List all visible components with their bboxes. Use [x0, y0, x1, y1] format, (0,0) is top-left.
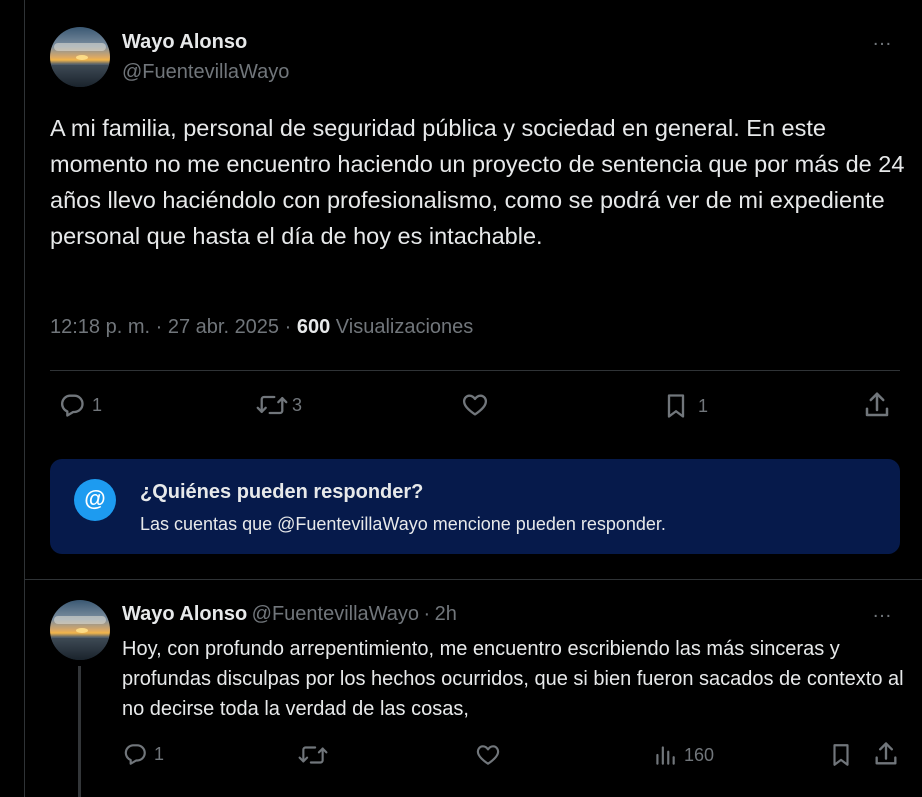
retweet-count: 3	[292, 394, 303, 415]
reply-more-options-icon[interactable]: …	[872, 600, 893, 623]
heart-icon	[463, 394, 487, 416]
bookmark-icon	[667, 394, 685, 418]
views-label: Visualizaciones	[335, 316, 474, 338]
mention-icon: @	[74, 479, 116, 521]
reply-count: 1	[92, 394, 103, 415]
author-handle[interactable]: @FuentevillaWayo	[122, 61, 289, 84]
share-icon	[875, 742, 897, 765]
reply-views-count: 160	[684, 744, 715, 765]
reply-author-name[interactable]: Wayo Alonso	[122, 603, 247, 625]
like-button[interactable]	[460, 391, 490, 419]
retweet-icon	[256, 395, 288, 415]
reply-separator: ·	[423, 603, 431, 625]
reply-text: Hoy, con profundo arrepentimiento, me en…	[122, 638, 904, 720]
reply-icon	[124, 744, 146, 765]
bookmark-button[interactable]: 1	[662, 391, 708, 421]
bookmark-icon	[833, 744, 849, 766]
reply-time[interactable]: 2h	[435, 603, 457, 625]
tweet-text: A mi familia, personal de seguridad públ…	[50, 115, 905, 249]
reply-bookmark-button[interactable]	[828, 741, 854, 769]
more-options-icon[interactable]: …	[872, 28, 893, 51]
author-name[interactable]: Wayo Alonso	[122, 31, 247, 54]
banner-title: ¿Quiénes pueden responder?	[140, 481, 424, 503]
share-icon	[865, 392, 889, 417]
reply-retweet-button[interactable]	[298, 742, 328, 768]
reply-like-button[interactable]	[474, 742, 502, 768]
thread-divider	[25, 579, 922, 580]
reply-author-handle[interactable]: @FuentevillaWayo	[252, 603, 419, 625]
heart-icon	[476, 745, 500, 765]
thread-connector-line	[78, 666, 81, 797]
reply-reply-count: 1	[154, 743, 165, 764]
banner-description: Las cuentas que @FuentevillaWayo mencion…	[140, 514, 666, 534]
column-border	[24, 0, 25, 797]
views-count: 600	[296, 316, 331, 338]
reply-icon	[61, 394, 84, 417]
retweet-icon	[298, 746, 328, 764]
share-button[interactable]	[862, 390, 892, 420]
reply-share-button[interactable]	[872, 740, 900, 768]
analytics-icon	[656, 746, 675, 765]
retweet-button[interactable]: 3	[256, 391, 302, 419]
reply-avatar[interactable]	[50, 600, 110, 660]
reply-reply-button[interactable]: 1	[122, 741, 164, 767]
bookmark-count: 1	[698, 395, 709, 416]
avatar[interactable]	[50, 27, 110, 87]
actions-top-divider	[50, 370, 900, 371]
tweet-time[interactable]: 12:18 p. m.	[50, 316, 150, 338]
tweet-date[interactable]: 27 abr. 2025	[168, 316, 279, 338]
reply-views-button[interactable]: 160	[652, 742, 714, 768]
tweet-meta: 12:18 p. m. · 27 abr. 2025 · 600 Visuali…	[50, 316, 474, 338]
reply-restriction-banner: @ ¿Quiénes pueden responder? Las cuentas…	[50, 459, 900, 554]
reply-header: Wayo Alonso @FuentevillaWayo · 2h	[122, 603, 457, 626]
reply-button[interactable]: 1	[58, 391, 102, 419]
